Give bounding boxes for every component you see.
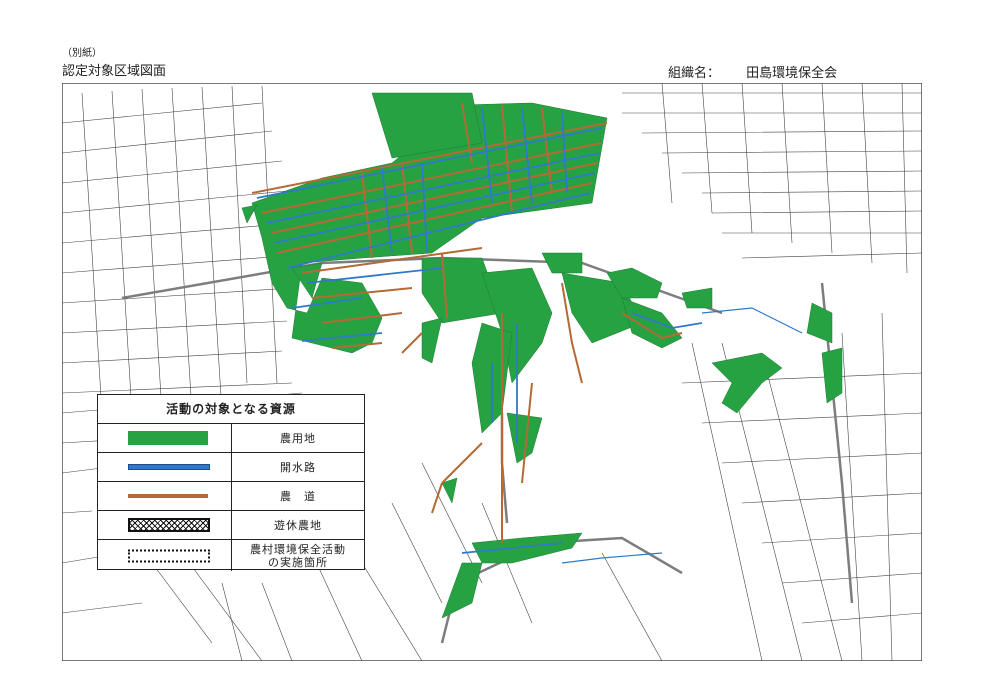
legend-label-farmland: 農用地 [280, 431, 316, 445]
legend-row-farmland: 農用地 [98, 424, 364, 453]
legend-label-idle-farmland: 遊休農地 [274, 518, 322, 532]
legend-label-farm-road: 農 道 [280, 489, 316, 503]
legend-label-waterway: 開水路 [280, 460, 316, 474]
dotted-box-icon [128, 549, 210, 562]
legend-label-implementation: 農村環境保全活動 の実施箇所 [250, 542, 346, 569]
legend-row-waterway: 開水路 [98, 453, 364, 482]
legend-row-farm-road: 農 道 [98, 482, 364, 511]
organization-label: 組織名： [668, 66, 721, 81]
hatched-box-icon [128, 518, 210, 532]
legend-symbol-cell [98, 453, 232, 481]
legend-row-implementation: 農村環境保全活動 の実施箇所 [98, 540, 364, 571]
legend-symbol-cell [98, 511, 232, 539]
legend-symbol-cell [98, 482, 232, 510]
farmland-swatch-icon [128, 431, 208, 445]
page-title: 認定対象区域図面 [62, 64, 167, 79]
organization-name: 田島環境保全会 [746, 66, 838, 81]
legend-row-idle-farmland: 遊休農地 [98, 511, 364, 540]
farm-road-line-icon [128, 494, 208, 498]
waterway-line-icon [128, 464, 210, 470]
legend-title: 活動の対象となる資源 [98, 395, 364, 424]
legend-symbol-cell [98, 424, 232, 452]
annex-note: （別紙） [62, 48, 102, 59]
target-area-map [62, 83, 922, 661]
map-legend: 活動の対象となる資源 農用地 開水路 農 道 遊休農地 農村環境保全活動 の実施… [97, 394, 365, 571]
organization: 組織名： 田島環境保全会 [668, 62, 837, 81]
legend-symbol-cell [98, 540, 232, 571]
